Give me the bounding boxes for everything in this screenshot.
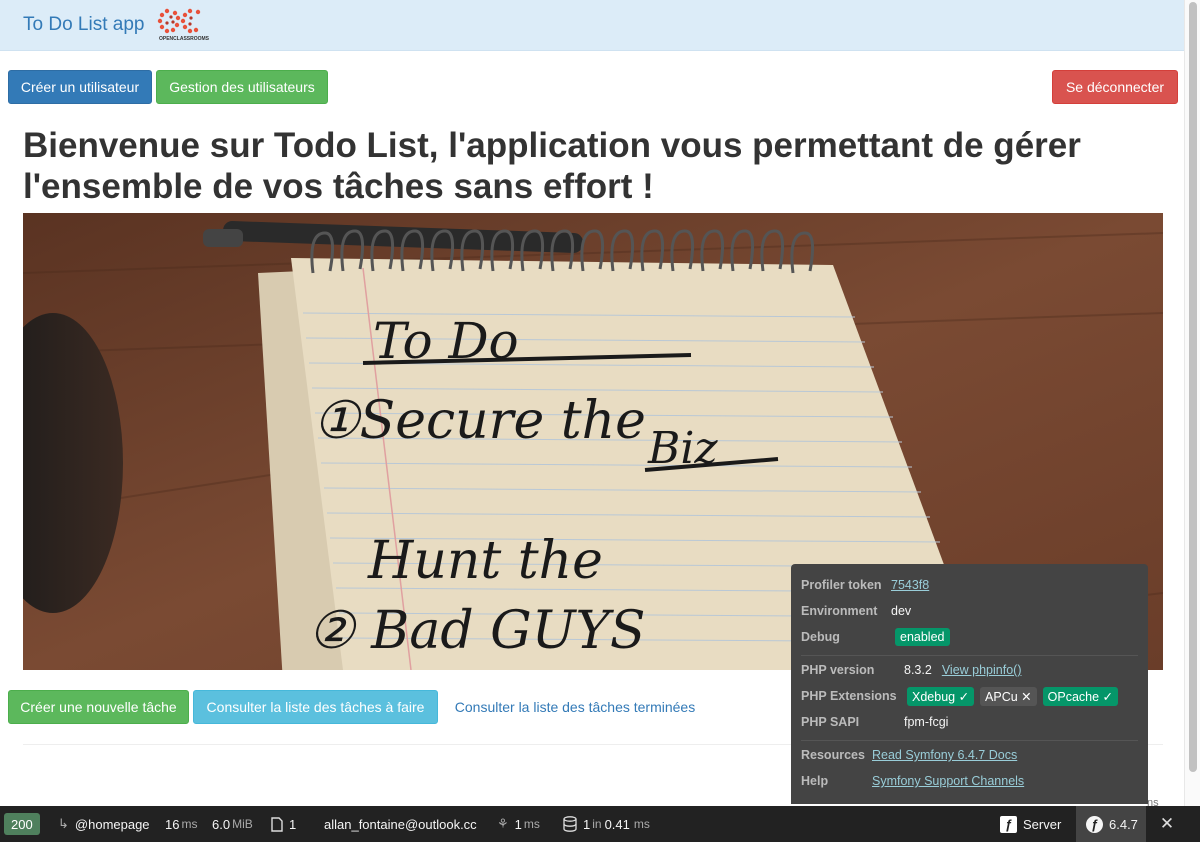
environment-value: dev — [891, 604, 912, 618]
create-user-button[interactable]: Créer un utilisateur — [8, 70, 152, 104]
help-label: Help — [801, 774, 829, 788]
toolbar-logs[interactable]: 1 — [271, 806, 296, 842]
opcache-badge: OPcache ✓ — [1042, 686, 1119, 706]
php-version-value: 8.3.2 — [904, 663, 932, 677]
phpinfo-link[interactable]: View phpinfo() — [942, 663, 1022, 677]
new-task-button[interactable]: Créer une nouvelle tâche — [8, 690, 189, 724]
help-row: Help Symfony Support Channels — [801, 771, 1024, 791]
db-time: 0.41 — [604, 816, 630, 832]
toolbar-time[interactable]: 16 ms — [165, 806, 197, 842]
page-title-line2: l'ensemble de vos tâches sans effort ! — [23, 167, 654, 206]
debug-row: Debug enabled — [801, 627, 956, 647]
php-sapi-row: PHP SAPI fpm-fcgi — [801, 712, 948, 732]
profiler-token-link[interactable]: 7543f8 — [891, 578, 929, 592]
close-icon[interactable]: ✕ — [1158, 806, 1176, 842]
page-title: Bienvenue sur Todo List, l'application v… — [23, 125, 1163, 207]
php-extensions-label: PHP Extensions — [801, 689, 897, 703]
database-icon — [563, 816, 577, 832]
toolbar-user[interactable]: allan_fontaine@outlook.cc — [324, 806, 483, 842]
symfony-debug-toolbar: 200 ↳ @homepage 16 ms 6.0 MiB 1 allan_fo… — [0, 806, 1200, 842]
support-channels-link[interactable]: Symfony Support Channels — [872, 774, 1024, 788]
panel-divider — [801, 655, 1138, 656]
php-sapi-value: fpm-fcgi — [904, 715, 949, 729]
todo-list-button[interactable]: Consulter la liste des tâches à faire — [193, 690, 438, 724]
done-list-link[interactable]: Consulter la liste des tâches terminées — [442, 690, 708, 724]
symfony-info-panel: Profiler token 7543f8 Environment dev De… — [791, 564, 1148, 804]
resources-row: Resources Read Symfony 6.4.7 Docs — [801, 745, 1017, 765]
symfony-logo-icon: ƒ — [1086, 815, 1103, 833]
toolbar-route[interactable]: ↳ @homepage — [58, 806, 150, 842]
php-sapi-label: PHP SAPI — [801, 715, 860, 729]
token-row: Profiler token 7543f8 — [801, 575, 929, 595]
manage-users-button[interactable]: Gestion des utilisateurs — [156, 70, 328, 104]
toolbar-symfony-version[interactable]: ƒ 6.4.7 — [1076, 806, 1146, 842]
debug-label: Debug — [801, 630, 840, 644]
note-secure: ①Secure the — [313, 391, 646, 451]
db-unit: ms — [633, 817, 650, 831]
logs-count: 1 — [289, 816, 297, 832]
brand-link[interactable]: To Do List app — [23, 14, 144, 36]
route-name: @homepage — [74, 816, 150, 832]
time-unit: ms — [181, 817, 198, 831]
navbar: To Do List app OPENCLASSROOMS — [0, 0, 1185, 51]
time-value: 16 — [165, 816, 180, 832]
db-in-label: in — [592, 817, 602, 831]
memory-unit: MiB — [232, 817, 253, 831]
db-query-count: 1 — [583, 816, 591, 832]
toolbar-server[interactable]: ƒ Server — [1000, 806, 1061, 842]
memory-value: 6.0 — [212, 816, 231, 832]
token-label: Profiler token — [801, 578, 882, 592]
twig-unit: ms — [523, 817, 540, 831]
resources-label: Resources — [801, 748, 865, 762]
environment-row: Environment dev — [801, 601, 911, 621]
environment-label: Environment — [801, 604, 878, 618]
toolbar-memory[interactable]: 6.0 MiB — [212, 806, 253, 842]
scrollbar-thumb[interactable] — [1189, 2, 1197, 772]
symfony-docs-link[interactable]: Read Symfony 6.4.7 Docs — [872, 748, 1017, 762]
document-icon — [271, 816, 283, 832]
note-hunt: Hunt the — [367, 531, 603, 591]
panel-divider — [801, 740, 1138, 741]
route-arrow-icon: ↳ — [58, 816, 69, 831]
symfony-logo-icon: ƒ — [1000, 815, 1017, 833]
twig-value: 1 — [514, 816, 522, 832]
toolbar-database[interactable]: 1 in 0.41 ms — [563, 806, 650, 842]
twig-leaf-icon: ⚘ — [497, 816, 509, 831]
status-code-badge: 200 — [4, 813, 40, 835]
apcu-badge: APCu ✕ — [980, 686, 1037, 706]
logout-button[interactable]: Se déconnecter — [1052, 70, 1178, 104]
symfony-version: 6.4.7 — [1109, 816, 1138, 832]
php-extensions-row: PHP Extensions Xdebug ✓ APCu ✕ OPcache ✓ — [801, 686, 1124, 706]
logo-text: OPENCLASSROOMS — [159, 36, 210, 42]
toolbar-twig[interactable]: ⚘ 1 ms — [497, 806, 540, 842]
scrollbar[interactable] — [1184, 0, 1200, 806]
openclassrooms-logo: OPENCLASSROOMS — [157, 8, 210, 42]
server-label: Server — [1023, 816, 1062, 832]
user-email: allan_fontaine@outlook.cc — [324, 816, 477, 832]
page-title-line1: Bienvenue sur Todo List, l'application v… — [23, 126, 1081, 165]
php-version-label: PHP version — [801, 663, 875, 677]
php-version-row: PHP version 8.3.2 View phpinfo() — [801, 660, 1022, 680]
debug-status-badge: enabled — [895, 628, 950, 646]
xdebug-badge: Xdebug ✓ — [907, 686, 975, 706]
toolbar-request[interactable]: 200 — [4, 806, 40, 842]
note-bad-guys: ② Bad GUYS — [308, 601, 646, 661]
